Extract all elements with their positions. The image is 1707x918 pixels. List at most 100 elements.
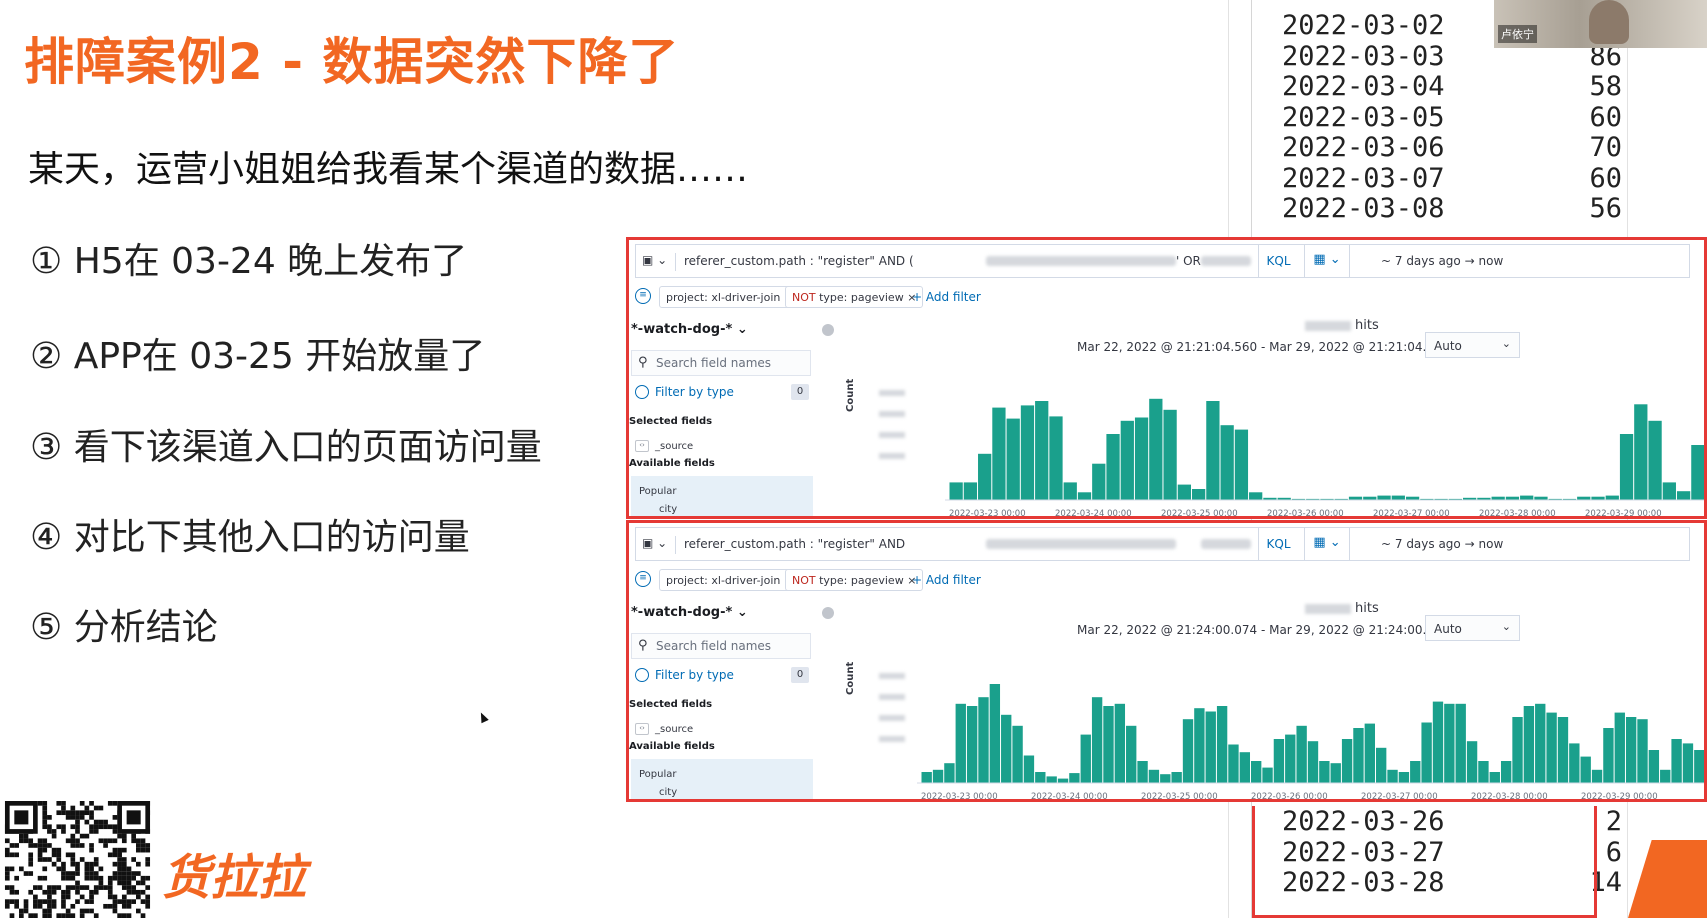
add-filter-link[interactable]: + Add filter — [912, 290, 981, 304]
histogram-bar[interactable] — [1126, 725, 1137, 783]
histogram-bar[interactable] — [1134, 417, 1149, 501]
histogram-bar[interactable] — [1273, 739, 1285, 783]
histogram-bar[interactable] — [989, 684, 1001, 783]
filter-pill-project[interactable]: project: xl-driver-join × — [659, 286, 801, 308]
histogram-bar[interactable] — [1063, 482, 1077, 500]
histogram-bar[interactable] — [1120, 420, 1134, 500]
histogram-bar[interactable] — [1234, 429, 1249, 500]
histogram-bar[interactable] — [1149, 398, 1163, 500]
histogram-bar[interactable] — [1341, 739, 1353, 783]
field-city[interactable]: city — [639, 787, 813, 798]
histogram-bar[interactable] — [1092, 463, 1106, 500]
histogram-bar[interactable] — [1262, 767, 1273, 783]
index-pattern-selector[interactable]: *-watch-dog-* ⌄ — [631, 322, 748, 337]
histogram-bar[interactable] — [1466, 741, 1478, 783]
histogram-bar[interactable] — [1546, 712, 1557, 783]
histogram-bar[interactable] — [921, 772, 932, 783]
histogram-bar[interactable] — [978, 453, 992, 500]
histogram-bar[interactable] — [1035, 772, 1046, 783]
histogram-bar[interactable] — [1191, 489, 1206, 500]
histogram-bar[interactable] — [1353, 728, 1364, 783]
histogram-bar[interactable] — [963, 482, 978, 500]
calendar-icon[interactable]: ▦ ⌄ — [1304, 245, 1350, 277]
histogram-bar[interactable] — [1046, 776, 1057, 783]
histogram-bar[interactable] — [1444, 703, 1455, 783]
histogram-bar[interactable] — [1177, 484, 1191, 500]
query-bar[interactable]: ▣ ⌄ referer_custom.path : "register" AND… — [635, 527, 1690, 561]
histogram-bar[interactable] — [1682, 743, 1694, 783]
histogram-bar[interactable] — [1432, 701, 1444, 783]
histogram-bar[interactable] — [1148, 769, 1160, 783]
histogram-bar[interactable] — [1580, 756, 1591, 783]
histogram-bar[interactable] — [955, 703, 966, 783]
kql-toggle[interactable]: KQL — [1258, 528, 1298, 560]
filter-options-icon[interactable]: ≡ — [635, 288, 651, 304]
histogram-bar[interactable] — [1080, 734, 1091, 783]
histogram-bar[interactable] — [1249, 492, 1263, 500]
histogram-bar[interactable] — [1206, 401, 1220, 500]
histogram-bar[interactable] — [1049, 416, 1063, 500]
histogram-bar[interactable] — [1307, 741, 1319, 783]
histogram-bar[interactable] — [1035, 401, 1049, 500]
histogram-bar[interactable] — [1285, 734, 1296, 783]
histogram-bar[interactable] — [1634, 404, 1648, 500]
histogram-bar[interactable] — [1478, 761, 1489, 783]
histogram-bar[interactable] — [932, 769, 944, 783]
collapse-sidebar-icon[interactable] — [822, 324, 834, 336]
histogram-bar[interactable] — [1114, 703, 1126, 783]
histogram-bar[interactable] — [1421, 722, 1432, 784]
histogram-bar[interactable] — [1319, 761, 1330, 783]
histogram-bar[interactable] — [1387, 769, 1398, 783]
histogram-bar[interactable] — [1228, 744, 1239, 784]
histogram-bar[interactable] — [1489, 772, 1500, 783]
histogram-bar[interactable] — [1694, 750, 1704, 783]
histogram-bar[interactable] — [1557, 717, 1569, 783]
saved-query-icon[interactable]: ▣ ⌄ — [642, 253, 676, 271]
histogram-bar[interactable] — [1220, 425, 1234, 500]
query-bar[interactable]: ▣ ⌄ referer_custom.path : "register" AND… — [635, 244, 1690, 278]
histogram-bar[interactable] — [1500, 761, 1512, 783]
filter-by-type-button[interactable]: Filter by type 0 — [631, 663, 811, 687]
histogram-bar[interactable] — [1205, 711, 1216, 784]
histogram-bar[interactable] — [1391, 495, 1405, 500]
source-field[interactable]: ‹› _source — [635, 723, 693, 735]
histogram-bar[interactable] — [1023, 755, 1035, 784]
histogram-bar[interactable] — [1012, 725, 1023, 783]
histogram-bar[interactable] — [1603, 728, 1614, 783]
histogram-bar[interactable] — [1330, 763, 1341, 783]
histogram-bar[interactable] — [1182, 719, 1194, 783]
histogram-bar[interactable] — [1103, 706, 1114, 783]
histogram-bar[interactable] — [1625, 717, 1637, 783]
histogram-bar[interactable] — [1410, 761, 1421, 783]
histogram-bar[interactable] — [1171, 772, 1182, 783]
histogram-bar[interactable] — [1106, 434, 1120, 500]
source-field[interactable]: ‹› _source — [635, 440, 693, 452]
histogram-bar[interactable] — [978, 697, 989, 783]
filter-options-icon[interactable]: ≡ — [635, 571, 651, 587]
query-text[interactable]: referer_custom.path : "register" AND ( — [684, 254, 914, 268]
histogram-bar[interactable] — [1512, 717, 1523, 783]
filter-pill-type[interactable]: NOT type: pageview × — [785, 569, 924, 591]
time-range[interactable]: ~ 7 days ago → now — [1381, 537, 1503, 551]
histogram-bar[interactable] — [1691, 445, 1704, 500]
histogram-bar[interactable] — [992, 407, 1006, 500]
index-pattern-selector[interactable]: *-watch-dog-* ⌄ — [631, 605, 748, 620]
histogram-bar[interactable] — [1163, 409, 1177, 500]
histogram-bar[interactable] — [966, 706, 978, 783]
histogram-bar[interactable] — [1251, 761, 1262, 783]
saved-query-icon[interactable]: ▣ ⌄ — [642, 536, 676, 554]
histogram-bar[interactable] — [1662, 482, 1676, 500]
histogram-bar[interactable] — [1660, 769, 1671, 783]
histogram-bar[interactable] — [1239, 752, 1251, 783]
histogram-bar[interactable] — [1398, 772, 1410, 783]
histogram-bar[interactable] — [1091, 697, 1103, 783]
histogram-bar[interactable] — [1194, 708, 1205, 783]
collapse-sidebar-icon[interactable] — [822, 607, 834, 619]
filter-pill-type[interactable]: NOT type: pageview × — [785, 286, 924, 308]
histogram-bar[interactable] — [1614, 712, 1625, 783]
filter-pill-project[interactable]: project: xl-driver-join × — [659, 569, 801, 591]
calendar-icon[interactable]: ▦ ⌄ — [1304, 528, 1350, 560]
histogram-bar[interactable] — [1006, 418, 1020, 500]
histogram-bar[interactable] — [1648, 420, 1662, 500]
histogram-bar[interactable] — [1676, 491, 1691, 500]
